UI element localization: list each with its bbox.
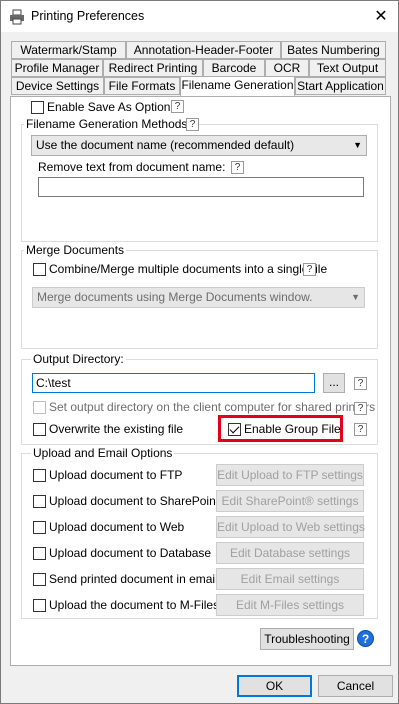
upload-mfiles-checkbox[interactable] [33,599,46,612]
filename-generation-panel: Enable Save As Option ? Filename Generat… [10,96,391,666]
output-directory-help-icon[interactable]: ? [354,377,367,390]
edit-web-settings-button[interactable]: Edit Upload to Web settings [216,516,365,538]
combine-merge-label: Combine/Merge multiple documents into a … [49,262,328,276]
send-email-label: Send printed document in email [49,572,218,586]
upload-ftp-checkbox[interactable] [33,469,46,482]
upload-ftp-label: Upload document to FTP [49,468,183,482]
overwrite-label: Overwrite the existing file [49,422,184,436]
upload-web-label: Upload document to Web [49,520,185,534]
output-directory-legend: Output Directory: [31,352,126,366]
tab-file-formats[interactable]: File Formats [104,77,180,95]
filename-methods-legend: Filename Generation Methods [24,117,190,131]
combine-merge-help-icon[interactable]: ? [303,263,316,276]
client-directory-checkbox[interactable] [33,401,46,414]
upload-mfiles-label: Upload the document to M-Files [49,598,220,612]
window-title: Printing Preferences [31,9,145,23]
title-bar: Printing Preferences ✕ [1,1,398,32]
combine-merge-checkbox[interactable] [33,263,46,276]
save-as-help-icon[interactable]: ? [171,100,184,113]
save-as-checkbox[interactable] [31,101,44,114]
upload-web-checkbox[interactable] [33,521,46,534]
edit-email-settings-button[interactable]: Edit Email settings [216,568,364,590]
tab-ocr[interactable]: OCR [265,59,309,77]
upload-email-legend: Upload and Email Options [31,446,175,460]
edit-mfiles-settings-button[interactable]: Edit M-Files settings [216,594,364,616]
upload-database-label: Upload document to Database [49,546,212,560]
edit-sharepoint-settings-button[interactable]: Edit SharePoint® settings [216,490,364,512]
tab-bates-numbering[interactable]: Bates Numbering [281,41,386,59]
upload-sharepoint-checkbox[interactable] [33,495,46,508]
save-as-label: Enable Save As Option [47,100,171,114]
troubleshooting-button[interactable]: Troubleshooting [260,628,354,650]
filename-method-value: Use the document name (recommended defau… [36,138,295,152]
ok-button[interactable]: OK [237,675,312,697]
remove-text-help-icon[interactable]: ? [231,161,244,174]
tab-text-output[interactable]: Text Output [309,59,386,77]
edit-database-settings-button[interactable]: Edit Database settings [216,542,364,564]
tab-start-application[interactable]: Start Application [295,77,386,95]
help-info-icon[interactable]: ? [357,630,374,647]
chevron-down-icon: ▼ [353,140,362,150]
close-button[interactable]: ✕ [364,1,398,32]
tab-watermark-stamp[interactable]: Watermark/Stamp [11,41,126,59]
overwrite-checkbox[interactable] [33,423,46,436]
group-file-highlight [218,415,343,442]
merge-method-select[interactable]: Merge documents using Merge Documents wi… [32,287,365,308]
tab-annotation-header-footer[interactable]: Annotation-Header-Footer [126,41,281,59]
tab-barcode[interactable]: Barcode [203,59,265,77]
tab-device-settings[interactable]: Device Settings [11,77,104,95]
remove-text-input[interactable] [38,177,364,197]
browse-button[interactable]: ... [323,373,345,393]
tab-redirect-printing[interactable]: Redirect Printing [103,59,203,77]
filename-method-select[interactable]: Use the document name (recommended defau… [31,135,367,156]
client-directory-label: Set output directory on the client compu… [49,400,376,414]
upload-database-checkbox[interactable] [33,547,46,560]
merge-method-value: Merge documents using Merge Documents wi… [37,290,313,304]
output-directory-input[interactable]: C:\test [32,373,315,393]
filename-methods-help-icon[interactable]: ? [186,118,199,131]
upload-sharepoint-label: Upload document to SharePoint® [49,494,228,508]
tab-filename-generation[interactable]: Filename Generation [180,76,295,96]
client-directory-help-icon[interactable]: ? [354,402,367,415]
printer-icon [10,9,24,25]
group-file-help-icon[interactable]: ? [354,423,367,436]
cancel-button[interactable]: Cancel [318,675,393,697]
chevron-down-icon: ▼ [351,292,360,302]
send-email-checkbox[interactable] [33,573,46,586]
printing-preferences-window: Printing Preferences ✕ Watermark/Stamp A… [0,0,399,704]
remove-text-label: Remove text from document name: [38,160,226,174]
edit-ftp-settings-button[interactable]: Edit Upload to FTP settings [216,464,364,486]
merge-documents-legend: Merge Documents [24,243,127,257]
tab-profile-manager[interactable]: Profile Manager [11,59,103,77]
